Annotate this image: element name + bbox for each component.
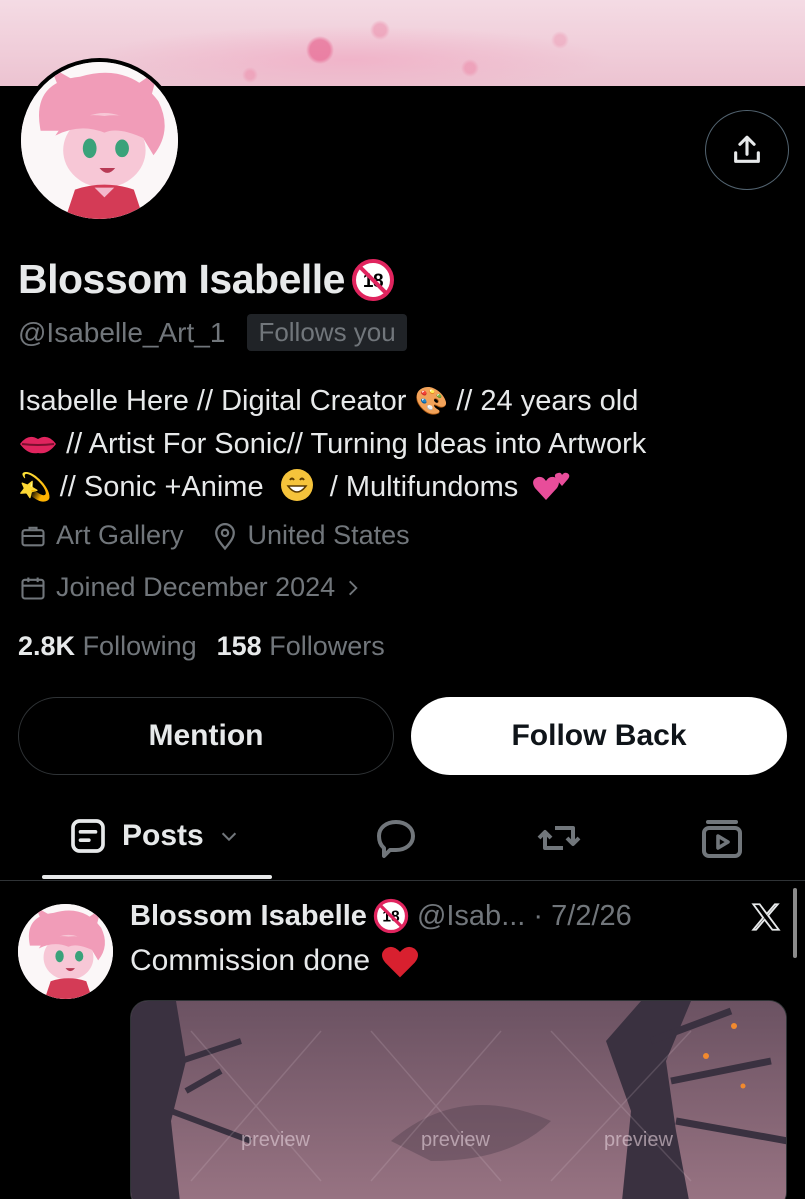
followers-stat[interactable]: 158 Followers (217, 631, 385, 662)
post-text: Commission done (130, 943, 420, 979)
two-hearts-emoji-icon (533, 472, 570, 500)
bio: Isabelle Here // Digital Creator 🎨 // 24… (18, 380, 778, 509)
avatar-illustration (21, 62, 178, 219)
joined-item[interactable]: Joined December 2024 (18, 572, 363, 603)
briefcase-icon (21, 526, 45, 546)
watermark-1: preview (241, 1129, 310, 1151)
follow-back-button[interactable]: Follow Back (411, 697, 787, 775)
post-age-18-badge-icon: 18 (373, 898, 409, 934)
dizzy-emoji-icon: 💫 (18, 472, 52, 503)
bio-text-2: // Artist For Sonic// Turning Ideas into… (66, 428, 647, 460)
followers-count: 158 (216, 631, 262, 661)
joined-text: Joined December 2024 (56, 572, 336, 602)
post-media-image[interactable]: preview preview preview (130, 1000, 787, 1199)
chevron-down-icon (221, 832, 236, 842)
post-header: Blossom Isabelle 18 @Isab... · 7/2/26 (130, 898, 632, 934)
scrollbar[interactable] (793, 888, 797, 958)
tabs-divider (0, 880, 805, 881)
mention-button[interactable]: Mention (18, 697, 394, 775)
active-tab-indicator (42, 875, 272, 879)
chevron-right-icon (349, 580, 358, 595)
handle-row: @Isabelle_Art_1 Follows you (18, 314, 407, 351)
share-icon (734, 135, 760, 163)
post-handle-date: @Isab... · 7/2/26 (416, 899, 632, 932)
share-button[interactable] (705, 110, 789, 190)
grinning-emoji-icon (280, 469, 313, 501)
follows-you-badge: Follows you (247, 314, 407, 351)
bio-text-1b: // 24 years old (456, 385, 639, 417)
age-18-badge-icon: 18 (351, 258, 394, 301)
palette-emoji-icon: 🎨 (414, 386, 449, 417)
watermark-2: preview (421, 1129, 490, 1151)
category-text: Art Gallery (56, 520, 184, 550)
media-illustration (131, 1001, 786, 1199)
red-heart-emoji-icon (382, 946, 419, 978)
bio-text-3b: / Multifundoms (329, 471, 519, 503)
tab-posts-label: Posts (122, 819, 204, 852)
location-pin-icon (214, 522, 235, 550)
replies-tab-icon[interactable] (372, 814, 420, 862)
profile-tabs: Posts (0, 806, 805, 880)
followers-label: Followers (269, 631, 385, 661)
location-item: United States (210, 520, 410, 551)
x-logo-icon (751, 903, 781, 931)
post-avatar-illustration (18, 904, 113, 999)
profile-avatar[interactable] (17, 58, 182, 223)
posts-icon (71, 819, 105, 853)
post-author-name[interactable]: Blossom Isabelle (130, 900, 367, 933)
calendar-icon (21, 577, 45, 600)
profile-meta-row: Art Gallery United States (18, 520, 436, 551)
following-stat[interactable]: 2.8K Following (18, 631, 197, 662)
handle: @Isabelle_Art_1 (18, 316, 226, 348)
category-item: Art Gallery (18, 520, 184, 551)
follow-stats: 2.8K Following 158 Followers (18, 631, 385, 662)
display-name: Blossom Isabelle 18 (18, 256, 395, 303)
following-label: Following (82, 631, 197, 661)
joined-row[interactable]: Joined December 2024 (18, 572, 389, 603)
location-text: United States (247, 520, 410, 550)
display-name-text: Blossom Isabelle (18, 256, 345, 302)
reposts-tab-icon[interactable] (534, 814, 584, 862)
following-count: 2.8K (18, 631, 76, 661)
bio-text-3a: // Sonic +Anime (59, 471, 264, 503)
bio-text-1: Isabelle Here // Digital Creator (18, 385, 407, 417)
post-text-content: Commission done (130, 944, 371, 977)
tab-posts[interactable]: Posts (68, 816, 240, 856)
media-tab-icon[interactable] (698, 814, 746, 862)
lips-emoji-icon (20, 436, 56, 454)
post-avatar[interactable] (18, 904, 113, 999)
watermark-3: preview (604, 1129, 673, 1151)
